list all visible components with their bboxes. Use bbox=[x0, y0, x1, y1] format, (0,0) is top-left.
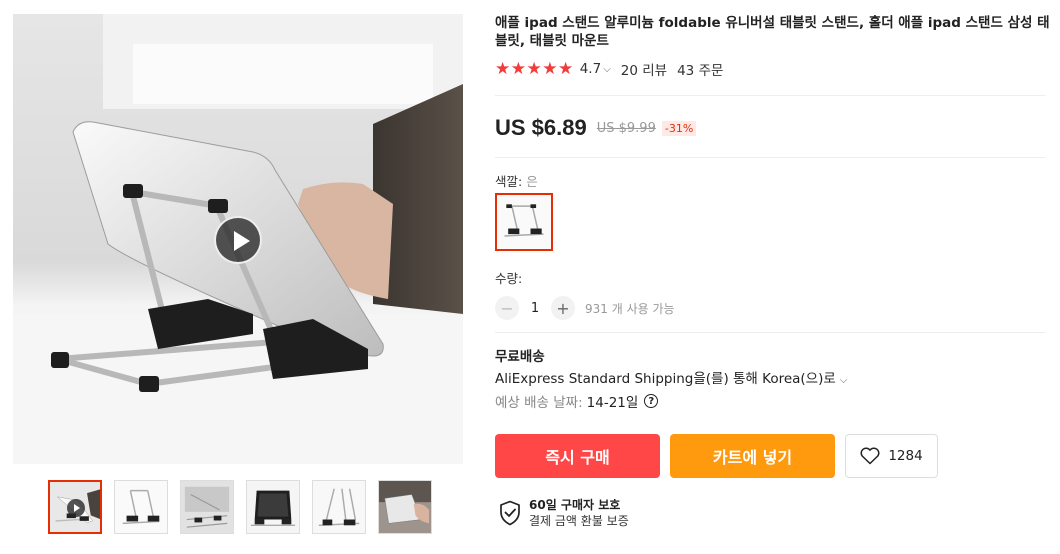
rating-value[interactable]: 4.7 bbox=[580, 61, 601, 77]
color-label-text: 색깔: bbox=[495, 174, 527, 189]
help-icon[interactable]: ? bbox=[644, 394, 659, 408]
rating-row: ★★★★★ 4.7 ⌵ 20 리뷰 43 주문 bbox=[495, 59, 1050, 79]
quantity-value[interactable]: 1 bbox=[519, 301, 551, 316]
divider bbox=[495, 332, 1045, 333]
orders-count: 43 주문 bbox=[677, 63, 724, 79]
quantity-stepper: − 1 + 931 개 사용 가능 bbox=[495, 296, 675, 320]
shipping-title: 무료배송 bbox=[495, 349, 545, 365]
chevron-down-icon[interactable]: ⌵ bbox=[603, 64, 611, 75]
price-row: US $6.89 US $9.99 -31% bbox=[495, 115, 697, 141]
protection-title: 60일 구매자 보호 bbox=[529, 498, 621, 512]
reviews-link[interactable]: 20 리뷰 bbox=[621, 59, 667, 79]
color-selected: 은 bbox=[526, 174, 538, 189]
protection-subtitle: 결제 금액 환불 보증 bbox=[529, 514, 629, 528]
heart-icon bbox=[860, 447, 880, 465]
product-info: 애플 ipad 스탠드 알루미늄 foldable 유니버설 태블릿 스탠드, … bbox=[495, 14, 1050, 79]
thumbnail-2[interactable] bbox=[114, 480, 168, 534]
quantity-label: 수량: bbox=[495, 271, 523, 286]
eta-value: 14-21일 bbox=[586, 395, 639, 411]
chevron-down-icon: ⌵ bbox=[839, 375, 848, 386]
divider bbox=[495, 95, 1045, 96]
stock-available: 931 개 사용 가능 bbox=[585, 301, 675, 316]
current-price: US $6.89 bbox=[495, 115, 587, 140]
thumbnail-strip bbox=[48, 480, 432, 534]
discount-badge: -31% bbox=[661, 120, 697, 136]
play-video-button[interactable] bbox=[214, 216, 262, 264]
eta-label: 예상 배송 날짜: bbox=[495, 395, 583, 411]
color-option-silver[interactable] bbox=[495, 193, 553, 251]
shield-check-icon bbox=[500, 500, 520, 526]
main-product-image[interactable] bbox=[13, 14, 463, 464]
thumbnail-4[interactable] bbox=[246, 480, 300, 534]
stand-thumbnail-icon bbox=[497, 195, 551, 249]
shipping-method-selector[interactable]: AliExpress Standard Shipping을(를) 통해 Kore… bbox=[495, 367, 857, 387]
buy-now-button[interactable]: 즉시 구매 bbox=[495, 434, 660, 478]
shipping-eta: 예상 배송 날짜: 14-21일 ? bbox=[495, 391, 659, 411]
protection-text: 60일 구매자 보호 결제 금액 환불 보증 bbox=[529, 497, 629, 529]
thumbnail-6[interactable] bbox=[378, 480, 432, 534]
wishlist-button[interactable]: 1284 bbox=[845, 434, 938, 478]
thumbnail-1[interactable] bbox=[48, 480, 102, 534]
divider bbox=[495, 157, 1045, 158]
quantity-increase-button[interactable]: + bbox=[551, 296, 575, 320]
rating-stars-icon: ★★★★★ bbox=[495, 59, 574, 79]
thumbnail-3[interactable] bbox=[180, 480, 234, 534]
color-label: 색깔: 은 bbox=[495, 171, 538, 190]
add-to-cart-button[interactable]: 카트에 넣기 bbox=[670, 434, 835, 478]
shipping-method-text: AliExpress Standard Shipping을(를) 통해 Kore… bbox=[495, 371, 836, 387]
thumbnail-5[interactable] bbox=[312, 480, 366, 534]
quantity-decrease-button[interactable]: − bbox=[495, 296, 519, 320]
wishlist-count: 1284 bbox=[888, 448, 923, 464]
product-title: 애플 ipad 스탠드 알루미늄 foldable 유니버설 태블릿 스탠드, … bbox=[495, 15, 1050, 49]
play-icon bbox=[67, 499, 85, 517]
buyer-protection: 60일 구매자 보호 결제 금액 환불 보증 bbox=[499, 497, 629, 529]
original-price: US $9.99 bbox=[596, 120, 656, 136]
